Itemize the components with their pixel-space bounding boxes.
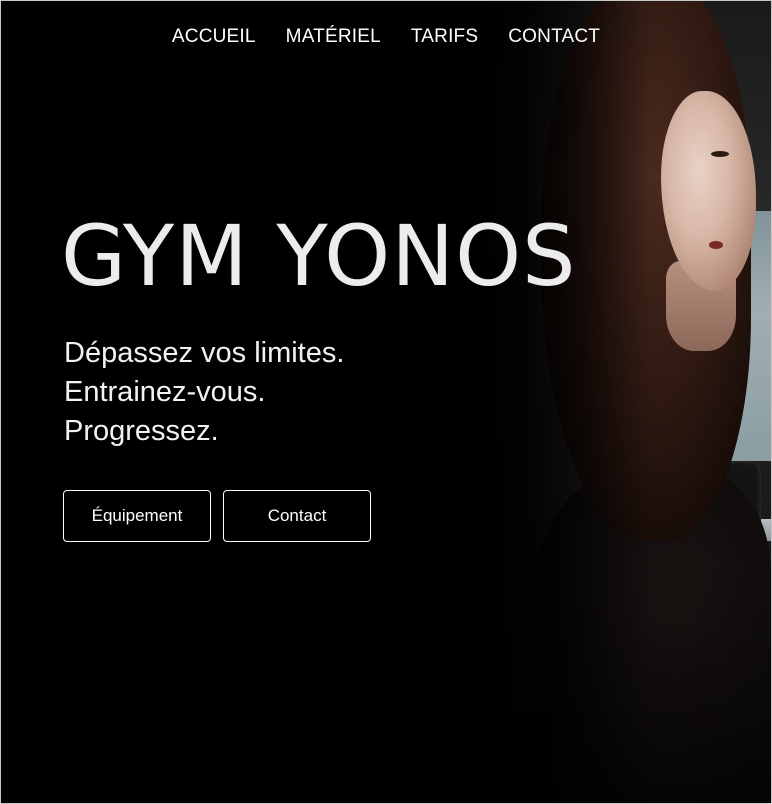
hero-tagline: Dépassez vos limites. Entrainez-vous. Pr… — [64, 334, 344, 451]
nav-link-tarifs[interactable]: TARIFS — [411, 25, 478, 49]
nav-link-contact[interactable]: CONTACT — [508, 25, 600, 49]
contact-button[interactable]: Contact — [223, 490, 371, 542]
equipment-button[interactable]: Équipement — [63, 490, 211, 542]
hero-photo — [471, 1, 771, 803]
hero-title: GYM YONOS — [61, 207, 577, 305]
tagline-line: Progressez. — [64, 415, 219, 447]
hero-section: ACCUEIL MATÉRIEL TARIFS CONTACT GYM YONO… — [1, 1, 771, 803]
photo-bottom-fade — [471, 1, 771, 803]
tagline-line: Dépassez vos limites. — [64, 337, 345, 369]
nav-link-materiel[interactable]: MATÉRIEL — [286, 25, 381, 49]
browser-viewport: ACCUEIL MATÉRIEL TARIFS CONTACT GYM YONO… — [0, 0, 772, 804]
tagline-line: Entrainez-vous. — [64, 376, 266, 408]
nav-link-accueil[interactable]: ACCUEIL — [172, 25, 256, 49]
main-nav: ACCUEIL MATÉRIEL TARIFS CONTACT — [1, 25, 771, 49]
